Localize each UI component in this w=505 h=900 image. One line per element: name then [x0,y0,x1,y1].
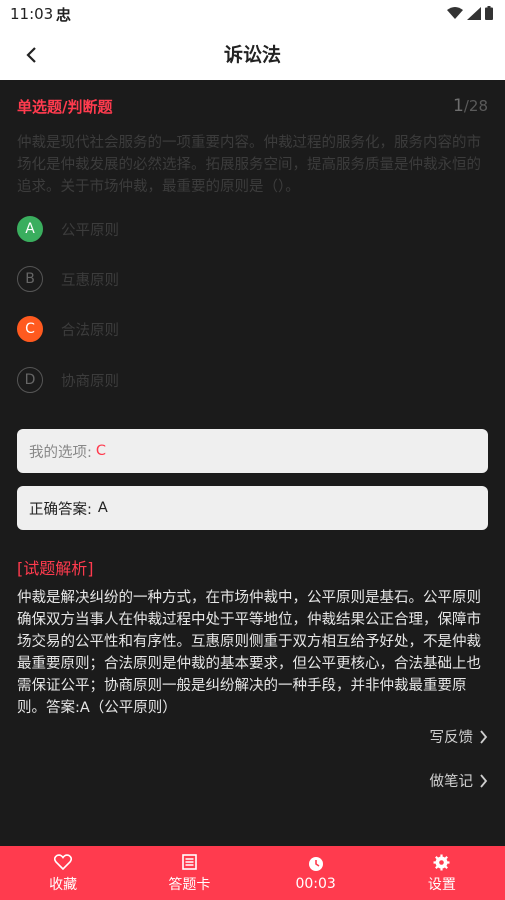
question-progress: 1/28 [453,96,488,116]
notes-label: 做笔记 [429,774,474,790]
option-c[interactable]: C 合法原则 [17,314,119,344]
correct-answer-box: 正确答案: A [17,486,488,530]
settings-label: 设置 [427,877,456,893]
status-bar: 11:03 忠 [0,0,505,28]
question-type-label: 单选题/判断题 [17,98,113,116]
settings-button[interactable]: 设置 [379,846,505,900]
favorite-label: 收藏 [49,877,78,893]
bottom-toolbar: 收藏 答题卡 00:03 设置 [0,846,505,900]
correct-answer-label: 正确答案: [29,501,92,518]
wifi-icon [447,6,463,19]
answer-card-button[interactable]: 答题卡 [126,846,252,900]
notes-link[interactable]: 做笔记 [430,770,489,791]
page-title: 诉讼法 [223,44,281,66]
option-c-text: 合法原则 [61,322,119,339]
heart-icon [54,854,73,870]
option-c-badge: C [17,316,43,342]
option-d-text: 协商原则 [61,373,119,390]
status-app-icon: 忠 [56,6,72,24]
favorite-button[interactable]: 收藏 [0,846,126,900]
feedback-label: 写反馈 [429,730,474,746]
feedback-link[interactable]: 写反馈 [430,726,489,747]
option-b-text: 互惠原则 [61,272,119,289]
signal-icon [467,6,481,20]
option-d[interactable]: D 协商原则 [17,365,119,395]
status-icons [447,6,493,20]
option-a-badge: A [17,216,43,242]
timer-label: 00:03 [295,876,336,892]
header-bar: 诉讼法 [0,28,505,80]
chevron-right-icon [480,729,488,744]
timer-button[interactable]: 00:03 [253,846,379,900]
option-a[interactable]: A 公平原则 [17,214,119,244]
answer-card-label: 答题卡 [168,877,211,893]
battery-icon [485,6,493,20]
status-time: 11:03 [10,5,54,23]
clock-icon [308,857,323,871]
correct-answer-value: A [97,500,108,516]
chevron-right-icon [480,773,488,788]
analysis-title: [试题解析] [17,559,94,578]
option-b[interactable]: B 互惠原则 [17,264,119,294]
question-text: 仲裁是现代社会服务的一项重要内容。仲裁过程的服务化，服务内容的市场化是仲裁发展的… [17,135,481,195]
progress-current: 1 [453,96,464,116]
analysis-text: 仲裁是解决纠纷的一种方式，在市场仲裁中，公平原则是基石。公平原则确保双方当事人在… [17,590,481,716]
my-choice-label: 我的选项: [29,444,92,461]
my-choice-value: C [95,443,107,459]
my-choice-box: 我的选项: C [17,429,488,473]
option-d-badge: D [17,367,43,393]
progress-total: /28 [463,97,488,115]
question-content: 单选题/判断题 1/28 仲裁是现代社会服务的一项重要内容。仲裁过程的服务化，服… [0,80,505,846]
gear-icon [433,854,450,870]
option-b-badge: B [17,266,43,292]
option-a-text: 公平原则 [61,222,119,239]
answer-card-icon [182,854,197,870]
